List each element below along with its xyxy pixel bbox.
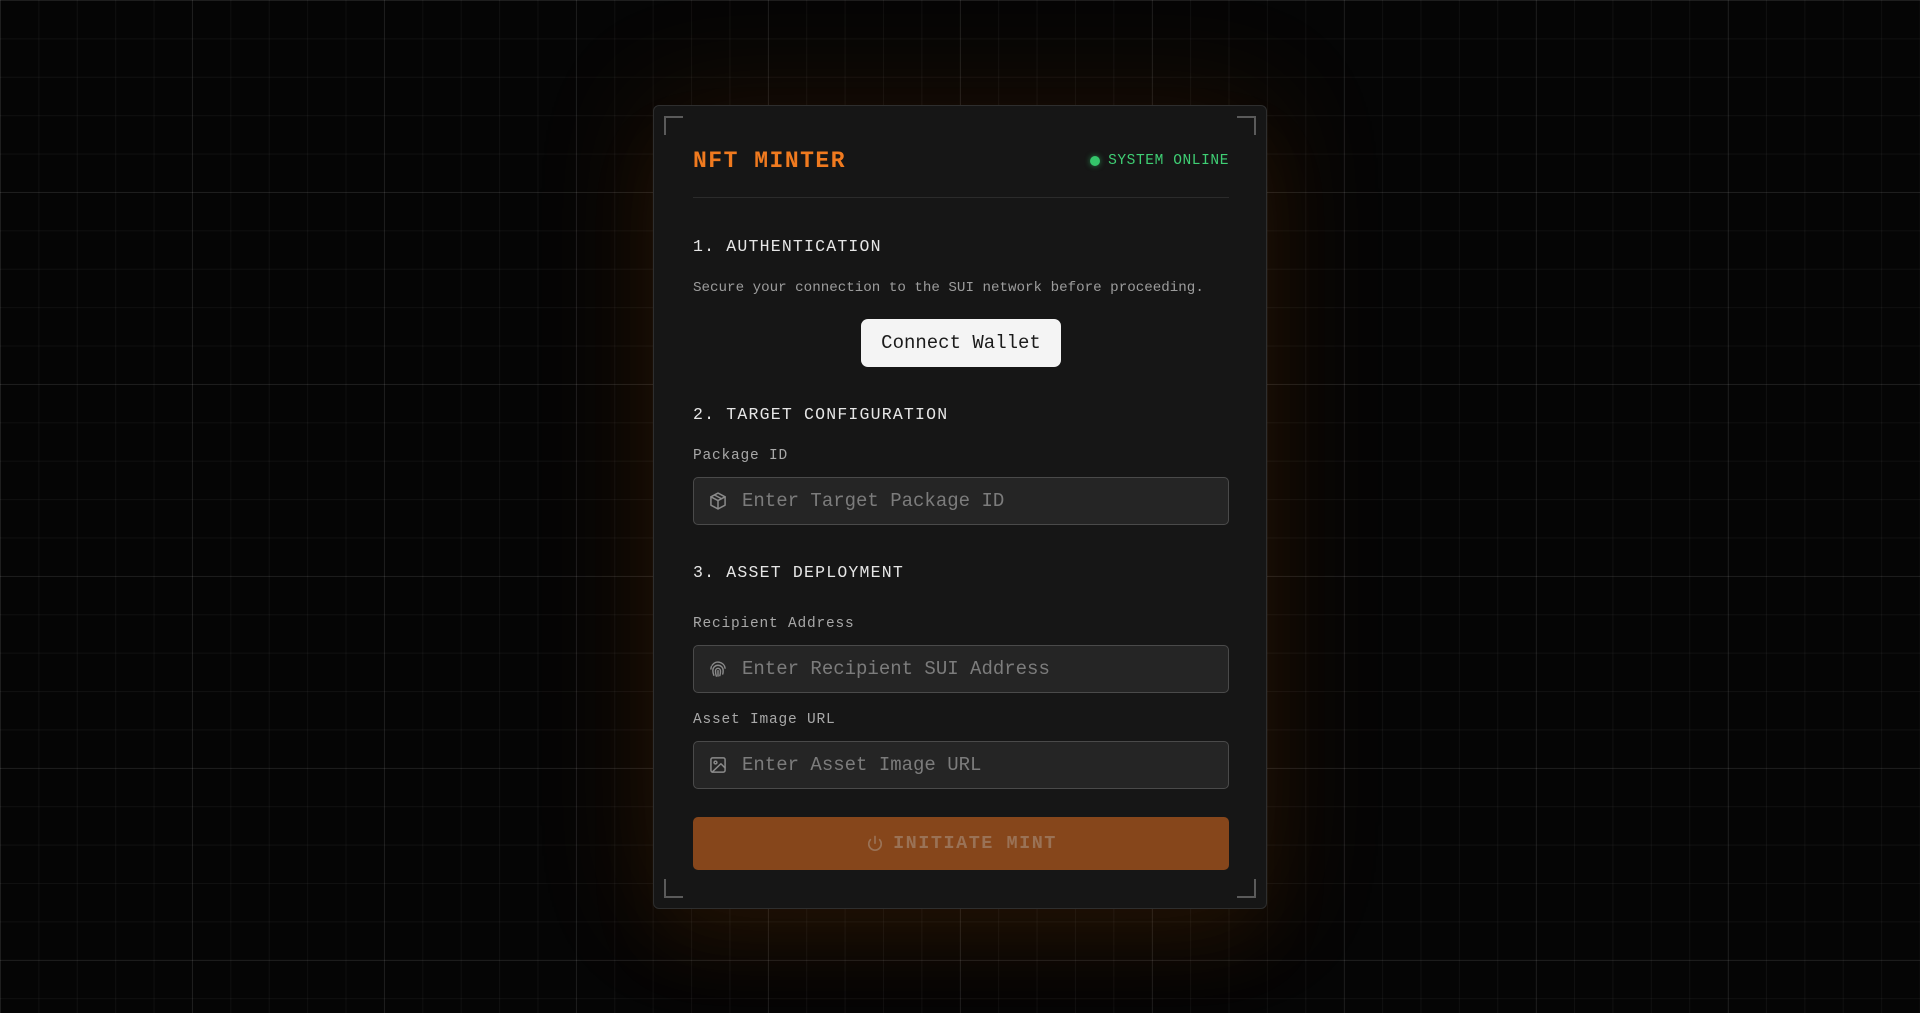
connect-wallet-button[interactable]: Connect Wallet [861,319,1061,367]
status-text: SYSTEM ONLINE [1108,153,1229,169]
image-icon [708,755,728,775]
asset-image-url-field[interactable] [693,741,1229,789]
corner-bracket-bottom-left [664,879,683,898]
package-id-field[interactable] [693,477,1229,525]
status-dot-icon [1090,156,1101,166]
asset-image-url-input[interactable] [742,742,1228,788]
recipient-address-field[interactable] [693,645,1229,693]
initiate-mint-button[interactable]: INITIATE MINT [693,817,1229,870]
system-status: SYSTEM ONLINE [1090,153,1229,169]
corner-bracket-top-left [664,116,683,135]
corner-bracket-top-right [1237,116,1256,135]
header-divider [693,197,1229,198]
app-title: NFT MINTER [693,148,847,174]
minter-card: NFT MINTER SYSTEM ONLINE 1. AUTHENTICATI… [653,105,1267,909]
auth-section-title: 1. AUTHENTICATION [693,237,882,256]
target-section-title: 2. TARGET CONFIGURATION [693,405,949,424]
power-icon [865,834,885,854]
initiate-mint-label: INITIATE MINT [893,833,1057,854]
recipient-address-label: Recipient Address [693,616,855,632]
asset-image-url-label: Asset Image URL [693,712,836,728]
card-header: NFT MINTER SYSTEM ONLINE [693,144,1229,178]
recipient-address-input[interactable] [742,646,1228,692]
package-id-label: Package ID [693,448,789,464]
corner-bracket-bottom-right [1237,879,1256,898]
fingerprint-icon [708,659,728,679]
package-id-input[interactable] [742,478,1228,524]
deploy-section-title: 3. ASSET DEPLOYMENT [693,563,904,582]
package-icon [708,491,728,511]
auth-description: Secure your connection to the SUI networ… [693,280,1204,296]
